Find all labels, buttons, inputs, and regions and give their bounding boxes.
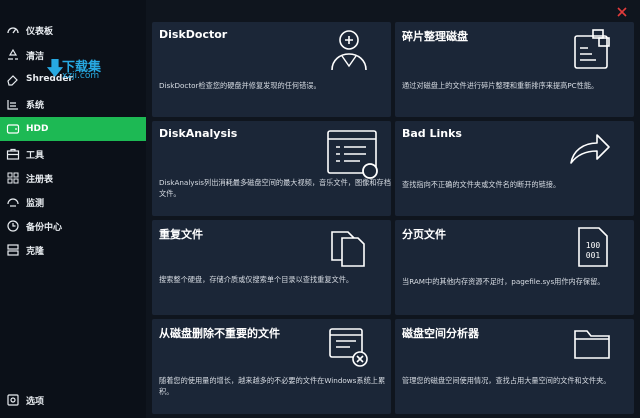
sidebar-item-label: 工具: [26, 150, 45, 161]
sidebar-item-system[interactable]: 系统: [0, 92, 146, 116]
sidebar-item-label: HDD: [26, 124, 49, 134]
gear-icon: [6, 393, 20, 407]
svg-text:100: 100: [586, 241, 601, 250]
card-description: 查找指向不正确的文件夹或文件名的断开的链接。: [402, 180, 561, 189]
defrag-icon: [571, 26, 613, 72]
card-pagefile[interactable]: 分页文件 100 001 当RAM中的其他内存资源不足时，pagefile.sys…: [395, 220, 634, 315]
card-title: 碎片整理磁盘: [402, 30, 468, 43]
card-duplicates[interactable]: 重复文件 搜索整个硬盘，存储介质或仅搜索单个目录以查找重复文件。: [152, 220, 391, 315]
share-arrow-icon: [567, 129, 613, 169]
card-delete-files[interactable]: 从磁盘删除不重要的文件 随着您的使用量的增长，越来越多的不必要的文件在Windo…: [152, 319, 391, 414]
sidebar-item-label: 监测: [26, 198, 45, 209]
card-badlinks[interactable]: Bad Links 查找指向不正确的文件夹或文件名的断开的链接。: [395, 121, 634, 216]
card-description: DiskAnalysis列出消耗最多磁盘空间的最大视频，音乐文件，图像和存档文件…: [159, 178, 391, 198]
sidebar-item-dashboard[interactable]: 仪表板: [0, 18, 146, 42]
app-window: 仪表板 清洁 Shredder 系统 HDD 工具 注册表 监测 备份中心 克隆…: [0, 0, 640, 418]
duplicate-files-icon: [326, 224, 370, 270]
card-description: DiskDoctor检查您的硬盘并修复发现的任何错误。: [159, 81, 321, 90]
sidebar-item-clone[interactable]: 克隆: [0, 238, 146, 262]
backup-icon: [6, 219, 20, 233]
registry-icon: [6, 171, 20, 185]
sidebar-item-label: 系统: [26, 100, 45, 111]
eraser-icon: [6, 72, 20, 86]
analysis-icon: [324, 127, 382, 179]
card-title: 磁盘空间分析器: [402, 327, 479, 340]
card-title: 重复文件: [159, 228, 203, 241]
card-title: Bad Links: [402, 127, 462, 140]
card-description: 管理您的磁盘空间使用情况，查找占用大量空间的文件和文件夹。: [402, 376, 611, 385]
card-title: 分页文件: [402, 228, 446, 241]
sidebar-item-backup[interactable]: 备份中心: [0, 214, 146, 238]
sidebar-item-tools[interactable]: 工具: [0, 142, 146, 166]
sidebar-item-label: 克隆: [26, 246, 45, 257]
sidebar-item-monitor[interactable]: 监测: [0, 190, 146, 214]
settings-label: 选项: [26, 396, 45, 407]
system-icon: [6, 97, 20, 111]
hdd-icon: [6, 122, 20, 136]
card-title: 从磁盘删除不重要的文件: [159, 327, 280, 340]
sidebar-item-hdd[interactable]: HDD: [0, 117, 146, 141]
close-button[interactable]: [614, 4, 630, 20]
close-icon: [617, 7, 627, 17]
binary-file-icon: 100 001: [575, 224, 611, 270]
card-description: 当RAM中的其他内存资源不足时，pagefile.sys用作内存保留。: [402, 277, 605, 286]
recycle-icon: [6, 48, 20, 62]
watermark-sub: xzji.com: [62, 71, 100, 81]
card-defrag[interactable]: 碎片整理磁盘 通过对磁盘上的文件进行碎片整理和重新排序来提高PC性能。: [395, 22, 634, 117]
toolbox-icon: [6, 147, 20, 161]
folder-icon: [571, 325, 613, 363]
dashboard-icon: [6, 23, 20, 37]
sidebar-item-label: 注册表: [26, 174, 54, 185]
svg-text:001: 001: [586, 251, 601, 260]
card-diskanalysis[interactable]: DiskAnalysis DiskAnalysis列出消耗最多磁盘空间的最大视频…: [152, 121, 391, 216]
clone-icon: [6, 243, 20, 257]
doctor-icon: [328, 26, 370, 72]
settings-button[interactable]: 选项: [0, 388, 146, 412]
delete-files-icon: [326, 325, 370, 369]
card-space-analyzer[interactable]: 磁盘空间分析器 管理您的磁盘空间使用情况，查找占用大量空间的文件和文件夹。: [395, 319, 634, 414]
sidebar-item-label: 备份中心: [26, 222, 63, 233]
monitor-icon: [6, 195, 20, 209]
card-description: 搜索整个硬盘，存储介质或仅搜索单个目录以查找重复文件。: [159, 275, 354, 284]
sidebar-item-registry[interactable]: 注册表: [0, 166, 146, 190]
card-description: 通过对磁盘上的文件进行碎片整理和重新排序来提高PC性能。: [402, 81, 599, 90]
card-title: DiskDoctor: [159, 28, 228, 41]
card-description: 随着您的使用量的增长，越来越多的不必要的文件在Windows系统上累积。: [159, 376, 386, 396]
sidebar-item-label: 仪表板: [26, 26, 54, 37]
card-diskdoctor[interactable]: DiskDoctor DiskDoctor检查您的硬盘并修复发现的任何错误。: [152, 22, 391, 117]
sidebar-item-label: 清洁: [26, 51, 45, 62]
card-title: DiskAnalysis: [159, 127, 238, 140]
